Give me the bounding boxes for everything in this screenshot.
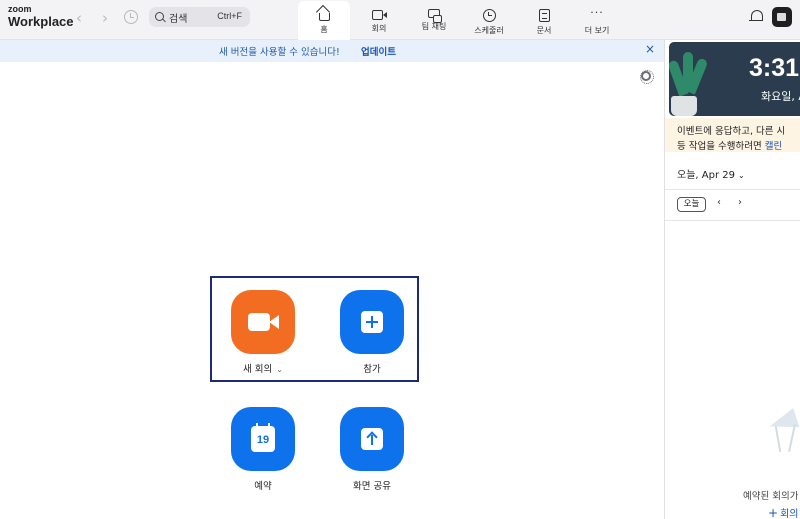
empty-state-illustration	[765, 406, 800, 452]
video-camera-icon	[371, 10, 387, 20]
tab-more[interactable]: ··· 더 보기	[571, 1, 623, 38]
search-shortcut-hint: Ctrl+F	[217, 11, 242, 21]
plant-pot	[671, 96, 697, 116]
search-input[interactable]: 검색 Ctrl+F	[149, 7, 250, 27]
tab-docs[interactable]: 문서	[518, 1, 570, 38]
chevron-down-icon[interactable]: ⌄	[276, 365, 283, 374]
top-bar: zoom Workplace ‹ › 검색 Ctrl+F 홈 회의 팀 채팅 스…	[0, 0, 800, 40]
calendar-link[interactable]: 캘린	[765, 141, 782, 152]
update-banner: 새 버전을 사용할 수 있습니다! 업데이트 ×	[0, 40, 664, 62]
new-meeting-button[interactable]: 새 회의 ⌄	[223, 290, 303, 375]
upload-arrow-icon	[361, 428, 383, 450]
search-placeholder: 검색	[169, 14, 188, 25]
avatar[interactable]	[772, 7, 792, 27]
back-arrow-icon[interactable]: ‹	[69, 8, 89, 28]
clock-date: 화요일, A	[761, 90, 800, 103]
new-meeting-text: 새 회의	[243, 364, 273, 375]
chevron-right-icon[interactable]: ›	[738, 197, 742, 208]
tab-meetings[interactable]: 회의	[353, 1, 405, 38]
close-icon[interactable]: ×	[645, 42, 655, 56]
schedule-tile[interactable]: 19	[231, 407, 295, 471]
calendar-panel: 3:31 화요일, A 이벤트에 응답하고, 다른 시 등 작업을 수행하려면 …	[665, 40, 800, 519]
share-screen-label: 화면 공유	[353, 481, 391, 492]
schedule-meeting-link[interactable]: + 회의	[768, 505, 798, 519]
share-screen-button[interactable]: 화면 공유	[332, 407, 412, 492]
promo-text-line2: 등 작업을 수행하려면 캘린	[677, 138, 782, 152]
tab-scheduler[interactable]: 스케줄러	[463, 1, 515, 38]
search-icon	[155, 12, 164, 21]
plus-icon: +	[768, 506, 779, 519]
more-icon: ···	[590, 6, 604, 19]
tab-label: 스케줄러	[474, 26, 504, 35]
clock-card: 3:31 화요일, A	[669, 42, 800, 116]
logo-zoom-text: zoom	[8, 4, 32, 14]
tab-label: 회의	[371, 24, 387, 33]
home-icon	[318, 13, 330, 21]
schedule-label: 예약	[254, 481, 272, 492]
join-tile[interactable]	[340, 290, 404, 354]
forward-arrow-icon[interactable]: ›	[95, 8, 115, 28]
calendar-connect-banner: 이벤트에 응답하고, 다른 시 등 작업을 수행하려면 캘린	[665, 118, 800, 152]
calendar-icon: 19	[251, 423, 275, 452]
chat-icon	[428, 9, 442, 23]
video-camera-lens	[269, 315, 279, 329]
bell-icon[interactable]	[749, 10, 763, 22]
document-icon	[538, 9, 550, 22]
new-meeting-tile[interactable]	[231, 290, 295, 354]
promo-text-prefix: 등 작업을 수행하려면	[677, 141, 765, 152]
calendar-day: 19	[256, 434, 270, 446]
date-selector-label: 오늘, Apr 29	[677, 170, 735, 181]
today-button[interactable]: 오늘	[677, 197, 706, 212]
clock-icon	[482, 9, 496, 22]
tab-label: 홈	[320, 25, 328, 34]
illustration-shape	[766, 408, 800, 436]
new-meeting-label: 새 회의 ⌄	[223, 361, 303, 375]
no-meetings-text: 예약된 회의가	[743, 491, 799, 502]
clock-time: 3:31	[749, 54, 800, 82]
zoom-workplace-logo: zoom Workplace	[8, 4, 74, 29]
schedule-button[interactable]: 19 예약	[223, 407, 303, 492]
promo-text-line1: 이벤트에 응답하고, 다른 시	[677, 126, 786, 137]
update-link[interactable]: 업데이트	[361, 44, 396, 58]
tab-team-chat[interactable]: 팀 채팅	[408, 1, 460, 38]
tab-label: 더 보기	[584, 26, 610, 35]
history-icon[interactable]	[124, 10, 138, 24]
gear-icon[interactable]	[640, 70, 654, 84]
logo-workplace-text: Workplace	[8, 14, 74, 29]
join-button[interactable]: 참가	[332, 290, 412, 375]
chevron-down-icon: ⌄	[737, 171, 745, 180]
date-selector[interactable]: 오늘, Apr 29 ⌄	[677, 166, 745, 181]
schedule-meeting-label: 회의	[780, 509, 799, 519]
tab-home[interactable]: 홈	[298, 1, 350, 40]
divider	[665, 220, 800, 221]
divider	[665, 189, 800, 190]
video-camera-icon	[248, 313, 270, 331]
tab-label: 문서	[536, 26, 552, 35]
join-label: 참가	[363, 364, 381, 375]
plus-icon	[361, 311, 383, 333]
share-screen-tile[interactable]	[340, 407, 404, 471]
chevron-left-icon[interactable]: ‹	[717, 197, 721, 208]
banner-message: 새 버전을 사용할 수 있습니다!	[219, 47, 340, 58]
